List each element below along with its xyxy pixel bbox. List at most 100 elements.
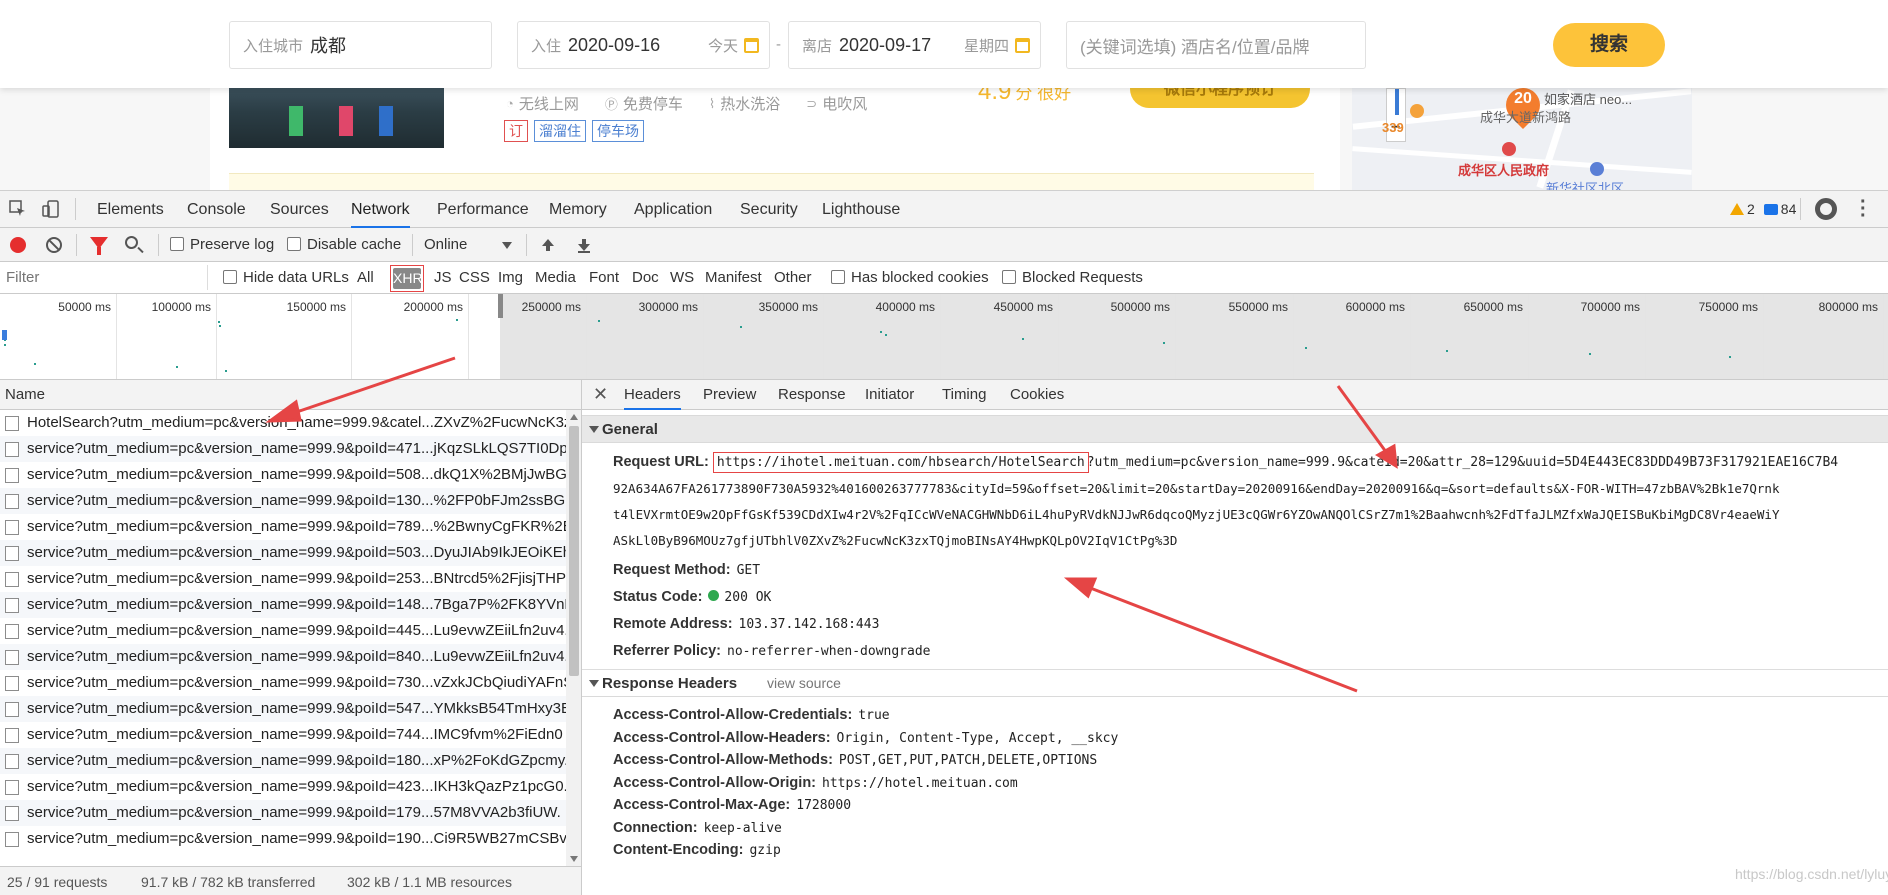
filter-type-font[interactable]: Font [589,269,619,286]
device-toolbar-icon[interactable] [42,200,60,218]
request-row[interactable]: service?utm_medium=pc&version_name=999.9… [0,436,566,462]
import-har-icon[interactable] [541,237,555,253]
filter-type-doc[interactable]: Doc [632,269,659,286]
tab-elements[interactable]: Elements [97,191,164,228]
gov-marker-icon[interactable] [1502,142,1516,156]
record-icon[interactable] [10,237,26,253]
filter-type-media[interactable]: Media [535,269,576,286]
filter-type-ws[interactable]: WS [670,269,694,286]
request-row[interactable]: service?utm_medium=pc&version_name=999.9… [0,514,566,540]
request-row[interactable]: service?utm_medium=pc&version_name=999.9… [0,800,566,826]
checkbox-box[interactable] [223,270,237,284]
detail-tab-preview[interactable]: Preview [703,380,756,410]
tab-lighthouse[interactable]: Lighthouse [822,191,900,228]
checkbox-box[interactable] [287,237,301,251]
scroll-up-icon[interactable] [570,414,578,420]
checkbox-box[interactable] [831,270,845,284]
close-icon[interactable]: ✕ [593,384,608,405]
inspect-element-icon[interactable] [9,200,27,218]
calendar-icon[interactable] [1015,37,1030,53]
issues-badge[interactable]: 2 84 [1730,201,1796,217]
hotel-map[interactable]: − 339 20 如家酒店 neo... 成华大道新鸿路 成华区人民政府 新华社… [1352,88,1692,190]
tab-console[interactable]: Console [187,191,246,228]
filter-type-js[interactable]: JS [434,269,452,286]
more-options-icon[interactable]: · · · [1860,192,1867,226]
disable-cache-checkbox[interactable]: Disable cache [287,236,401,253]
request-row-checkbox[interactable] [5,754,19,769]
request-row[interactable]: service?utm_medium=pc&version_name=999.9… [0,566,566,592]
request-row-checkbox[interactable] [5,650,19,665]
view-source-link[interactable]: view source [767,670,841,697]
request-row-checkbox[interactable] [5,416,19,431]
filter-type-img[interactable]: Img [498,269,523,286]
settings-gear-icon[interactable] [1815,198,1837,220]
tab-application[interactable]: Application [634,191,712,228]
filter-type-css[interactable]: CSS [459,269,490,286]
chevron-down-icon[interactable] [502,242,512,249]
request-row-checkbox[interactable] [5,702,19,717]
clear-icon[interactable] [46,237,62,253]
filter-input[interactable] [0,265,208,290]
request-row-checkbox[interactable] [5,442,19,457]
tab-security[interactable]: Security [740,191,798,228]
detail-tab-timing[interactable]: Timing [942,380,986,410]
detail-tab-headers[interactable]: Headers [624,380,681,410]
request-list-scrollbar[interactable] [566,410,581,866]
preserve-log-checkbox[interactable]: Preserve log [170,236,274,253]
filter-type-all[interactable]: All [357,269,374,286]
tab-network[interactable]: Network [351,191,410,228]
request-row-checkbox[interactable] [5,806,19,821]
checkout-field[interactable]: 离店 2020-09-17 星期四 [788,21,1041,69]
hotel-photo[interactable] [229,88,444,148]
network-overview-timeline[interactable]: 50000 ms 100000 ms 150000 ms 200000 ms 25000… [0,294,1888,380]
request-row[interactable]: service?utm_medium=pc&version_name=999.9… [0,618,566,644]
community-marker-icon[interactable] [1590,162,1604,176]
request-row-checkbox[interactable] [5,624,19,639]
scroll-down-icon[interactable] [570,856,578,862]
detail-tab-response[interactable]: Response [778,380,846,410]
scrollbar-thumb[interactable] [569,426,579,676]
request-row-checkbox[interactable] [5,832,19,847]
export-har-icon[interactable] [577,237,591,253]
poi-marker-icon[interactable] [1410,104,1424,118]
filter-icon[interactable] [90,237,108,255]
search-icon[interactable] [125,236,138,249]
detail-tab-cookies[interactable]: Cookies [1010,380,1064,410]
throttling-select[interactable]: Online [424,236,467,253]
checkin-field[interactable]: 入住 2020-09-16 今天 [517,21,770,69]
calendar-icon[interactable] [744,37,759,53]
request-row-checkbox[interactable] [5,494,19,509]
request-row-checkbox[interactable] [5,520,19,535]
filter-type-manifest[interactable]: Manifest [705,269,762,286]
checkbox-box[interactable] [170,237,184,251]
request-row-checkbox[interactable] [5,598,19,613]
keyword-input[interactable]: (关键词选填) 酒店名/位置/品牌 [1066,21,1366,69]
request-row[interactable]: service?utm_medium=pc&version_name=999.9… [0,462,566,488]
blocked-requests-checkbox[interactable]: Blocked Requests [1002,269,1143,286]
detail-tab-initiator[interactable]: Initiator [865,380,914,410]
filter-type-other[interactable]: Other [774,269,812,286]
request-row[interactable]: service?utm_medium=pc&version_name=999.9… [0,722,566,748]
request-row[interactable]: service?utm_medium=pc&version_name=999.9… [0,540,566,566]
request-row[interactable]: service?utm_medium=pc&version_name=999.9… [0,592,566,618]
request-row[interactable]: service?utm_medium=pc&version_name=999.9… [0,774,566,800]
request-row-checkbox[interactable] [5,468,19,483]
request-row-checkbox[interactable] [5,676,19,691]
request-row[interactable]: service?utm_medium=pc&version_name=999.9… [0,644,566,670]
city-field[interactable]: 入住城市 成都 [229,21,492,69]
tab-memory[interactable]: Memory [549,191,607,228]
tab-sources[interactable]: Sources [270,191,329,228]
request-row[interactable]: service?utm_medium=pc&version_name=999.9… [0,670,566,696]
request-row-checkbox[interactable] [5,780,19,795]
request-row[interactable]: service?utm_medium=pc&version_name=999.9… [0,748,566,774]
tab-performance[interactable]: Performance [437,191,529,228]
column-header-name[interactable]: Name [0,380,581,410]
request-row-checkbox[interactable] [5,546,19,561]
has-blocked-cookies-checkbox[interactable]: Has blocked cookies [831,269,989,286]
request-row-checkbox[interactable] [5,572,19,587]
general-section-header[interactable]: General [582,415,1888,443]
zoom-slider[interactable] [1395,89,1399,115]
request-row[interactable]: service?utm_medium=pc&version_name=999.9… [0,488,566,514]
request-row[interactable]: service?utm_medium=pc&version_name=999.9… [0,696,566,722]
filter-type-xhr[interactable]: XHR [390,265,424,292]
